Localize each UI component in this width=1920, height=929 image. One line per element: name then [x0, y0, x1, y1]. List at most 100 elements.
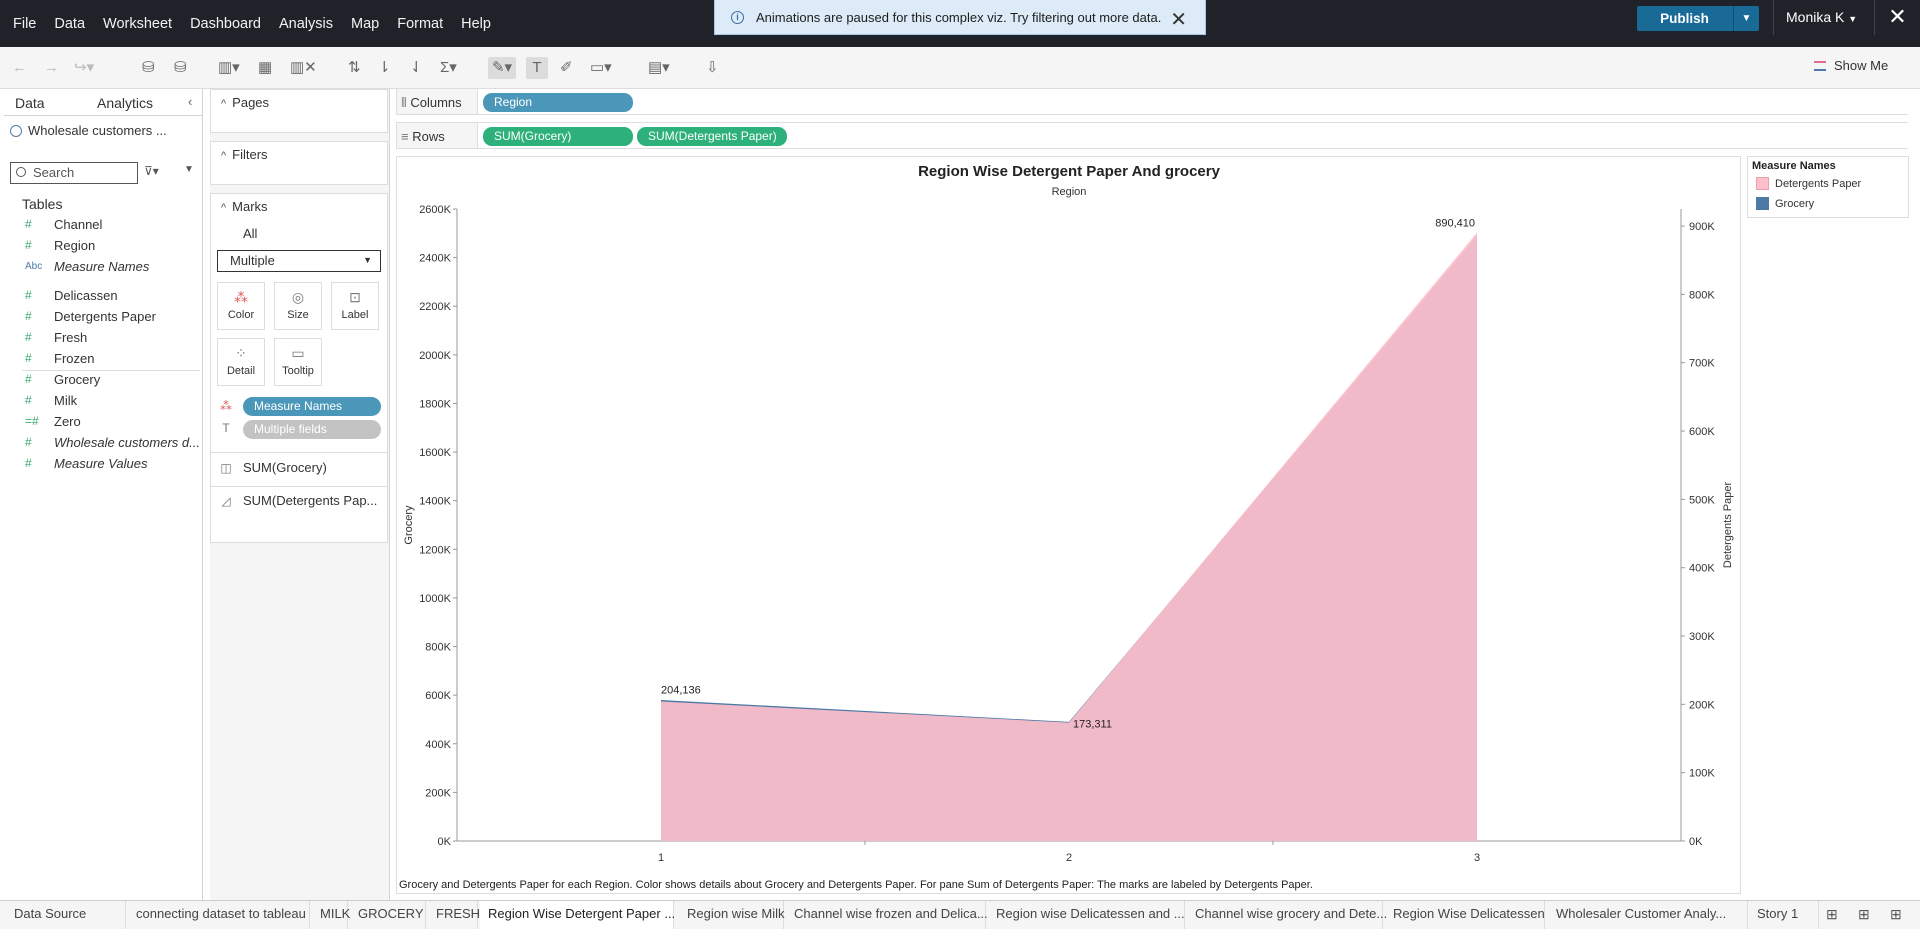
pause-updates-icon[interactable]: ⛁ — [174, 57, 187, 79]
close-icon[interactable]: ✕ — [1170, 7, 1187, 32]
sheet-tab[interactable]: Wholesaler Customer Analy... — [1548, 901, 1748, 929]
datasource[interactable]: Wholesale customers ... — [10, 123, 167, 138]
redo-icon[interactable]: → — [44, 57, 59, 79]
publish-label[interactable]: Publish — [1637, 6, 1732, 31]
rows-dropzone[interactable]: SUM(Grocery) SUM(Detergents Paper) — [477, 123, 1909, 148]
sheet-tab[interactable]: Channel wise frozen and Delica... — [786, 901, 988, 929]
show-me-button[interactable]: Show Me — [1814, 58, 1888, 73]
mark-type-value[interactable]: Multiple — [230, 253, 275, 268]
menu-map[interactable]: Map — [342, 16, 388, 32]
color-label[interactable]: Color — [228, 309, 254, 321]
sheet-tab[interactable]: Region wise Milk — [679, 901, 785, 929]
tab-analytics[interactable]: Analytics — [97, 95, 153, 111]
totals-icon[interactable]: Σ▾ — [440, 57, 457, 79]
datasource-name[interactable]: Wholesale customers ... — [28, 123, 167, 138]
size-button[interactable]: ◎ Size — [274, 282, 322, 330]
field-item[interactable]: # Delicassen — [4, 288, 203, 309]
sort-ascending-icon[interactable]: ⇂ — [378, 57, 391, 79]
close-icon[interactable]: ✕ — [1874, 0, 1920, 35]
collapse-icon[interactable]: ‹ — [188, 94, 192, 109]
mark-type-select[interactable]: Multiple ▼ — [217, 250, 381, 272]
user-name[interactable]: Monika K — [1786, 9, 1844, 25]
tooltip-button[interactable]: ▭ Tooltip — [274, 338, 322, 386]
field-item[interactable]: Abc Measure Names — [4, 259, 203, 280]
columns-dropzone[interactable]: Region — [477, 89, 1909, 114]
legend-label[interactable]: Detergents Paper — [1775, 178, 1861, 190]
duplicate-sheet-icon[interactable]: ▦ — [258, 57, 272, 79]
legend-item-grocery[interactable]: Grocery — [1756, 197, 1814, 210]
field-item[interactable]: # Wholesale customers d... — [4, 435, 203, 456]
field-item[interactable]: # Measure Values — [4, 456, 203, 477]
field-name[interactable]: Detergents Paper — [54, 309, 156, 324]
region-pill[interactable]: Region — [483, 93, 633, 112]
chevron-down-icon[interactable]: ▼ — [184, 164, 194, 175]
new-worksheet-icon[interactable]: ▥▾ — [218, 57, 240, 79]
menu-data[interactable]: Data — [45, 16, 94, 32]
show-cards-icon[interactable]: ▤▾ — [648, 57, 670, 79]
field-item[interactable]: =# Zero — [4, 414, 203, 435]
field-name[interactable]: Measure Values — [54, 456, 147, 471]
replay-icon[interactable]: ↪▾ — [74, 57, 94, 79]
format-icon[interactable]: ✐ — [560, 57, 573, 79]
sheet-tab[interactable]: connecting dataset to tableau — [128, 901, 310, 929]
presentation-icon[interactable]: ⇩ — [706, 57, 719, 79]
measure-names-pill[interactable]: Measure Names — [243, 397, 381, 416]
menu-dashboard[interactable]: Dashboard — [181, 16, 270, 32]
sheet-tab[interactable]: Region wise Delicatessen and ... — [988, 901, 1185, 929]
field-item[interactable]: # Grocery — [4, 372, 203, 393]
field-name[interactable]: Wholesale customers d... — [54, 435, 200, 450]
filter-icon[interactable]: ⊽▾ — [144, 164, 159, 178]
new-story-icon[interactable]: ⊞ — [1890, 906, 1902, 923]
sheet-tab[interactable]: Channel wise grocery and Dete... — [1187, 901, 1387, 929]
field-item[interactable]: # Milk — [4, 393, 203, 414]
field-item[interactable]: # Frozen — [4, 351, 203, 372]
label-label[interactable]: Label — [342, 309, 369, 321]
field-item[interactable]: # Channel — [4, 217, 203, 238]
swap-icon[interactable]: ⇅ — [348, 57, 361, 79]
area-chart[interactable]: Region Wise Detergent Paper And grocery R… — [397, 157, 1742, 895]
field-name[interactable]: Fresh — [54, 330, 87, 345]
sheet-tab[interactable]: FRESH — [428, 901, 480, 929]
sort-descending-icon[interactable]: ⇃ — [410, 57, 423, 79]
sheet-tab[interactable]: Region Wise Delicatessen — [1385, 901, 1545, 929]
menu-analysis[interactable]: Analysis — [270, 16, 342, 32]
sheet-tab[interactable]: MILK — [312, 901, 350, 929]
field-item[interactable]: # Detergents Paper — [4, 309, 203, 330]
size-label[interactable]: Size — [287, 309, 308, 321]
fit-icon[interactable]: ▭▾ — [590, 57, 612, 79]
field-name[interactable]: Milk — [54, 393, 77, 408]
multiple-fields-pill[interactable]: Multiple fields — [243, 420, 381, 439]
detail-label[interactable]: Detail — [227, 365, 255, 377]
new-dashboard-icon[interactable]: ⊞ — [1858, 906, 1870, 923]
menu-worksheet[interactable]: Worksheet — [94, 16, 181, 32]
marks-all[interactable]: All — [243, 226, 257, 241]
color-button[interactable]: ⁂ Color — [217, 282, 265, 330]
sheet-tab[interactable]: Story 1 — [1749, 901, 1819, 929]
sheet-tab[interactable]: Data Source — [6, 901, 126, 929]
publish-button[interactable]: Publish ▼ — [1637, 6, 1759, 31]
show-labels-icon[interactable]: T — [526, 57, 548, 79]
sum-detergents-pill[interactable]: SUM(Detergents Paper) — [637, 127, 787, 146]
new-worksheet-icon[interactable]: ⊞ — [1826, 906, 1838, 923]
field-name[interactable]: Grocery — [54, 372, 100, 387]
sum-grocery-pill[interactable]: SUM(Grocery) — [483, 127, 633, 146]
sum-detergents-card[interactable]: SUM(Detergents Pap... — [243, 493, 377, 508]
field-name[interactable]: Delicassen — [54, 288, 118, 303]
menu-file[interactable]: File — [4, 16, 45, 32]
sum-grocery-card[interactable]: SUM(Grocery) — [243, 460, 327, 475]
field-item[interactable]: # Region — [4, 238, 203, 259]
menu-help[interactable]: Help — [452, 16, 500, 32]
user-menu[interactable]: Monika K ▼ — [1773, 0, 1857, 35]
highlight-icon[interactable]: ✎▾ — [488, 57, 516, 79]
field-name[interactable]: Channel — [54, 217, 102, 232]
chevron-down-icon[interactable]: ▼ — [1733, 6, 1759, 31]
undo-icon[interactable]: ← — [12, 57, 27, 79]
label-button[interactable]: ⊡ Label — [331, 282, 379, 330]
tab-data[interactable]: Data — [15, 95, 45, 111]
clear-sheet-icon[interactable]: ▥✕ — [290, 57, 317, 79]
pages-card[interactable]: Pages — [210, 89, 388, 133]
tooltip-label[interactable]: Tooltip — [282, 365, 314, 377]
show-me-label[interactable]: Show Me — [1834, 58, 1888, 73]
detail-button[interactable]: ⁘ Detail — [217, 338, 265, 386]
menu-format[interactable]: Format — [388, 16, 452, 32]
